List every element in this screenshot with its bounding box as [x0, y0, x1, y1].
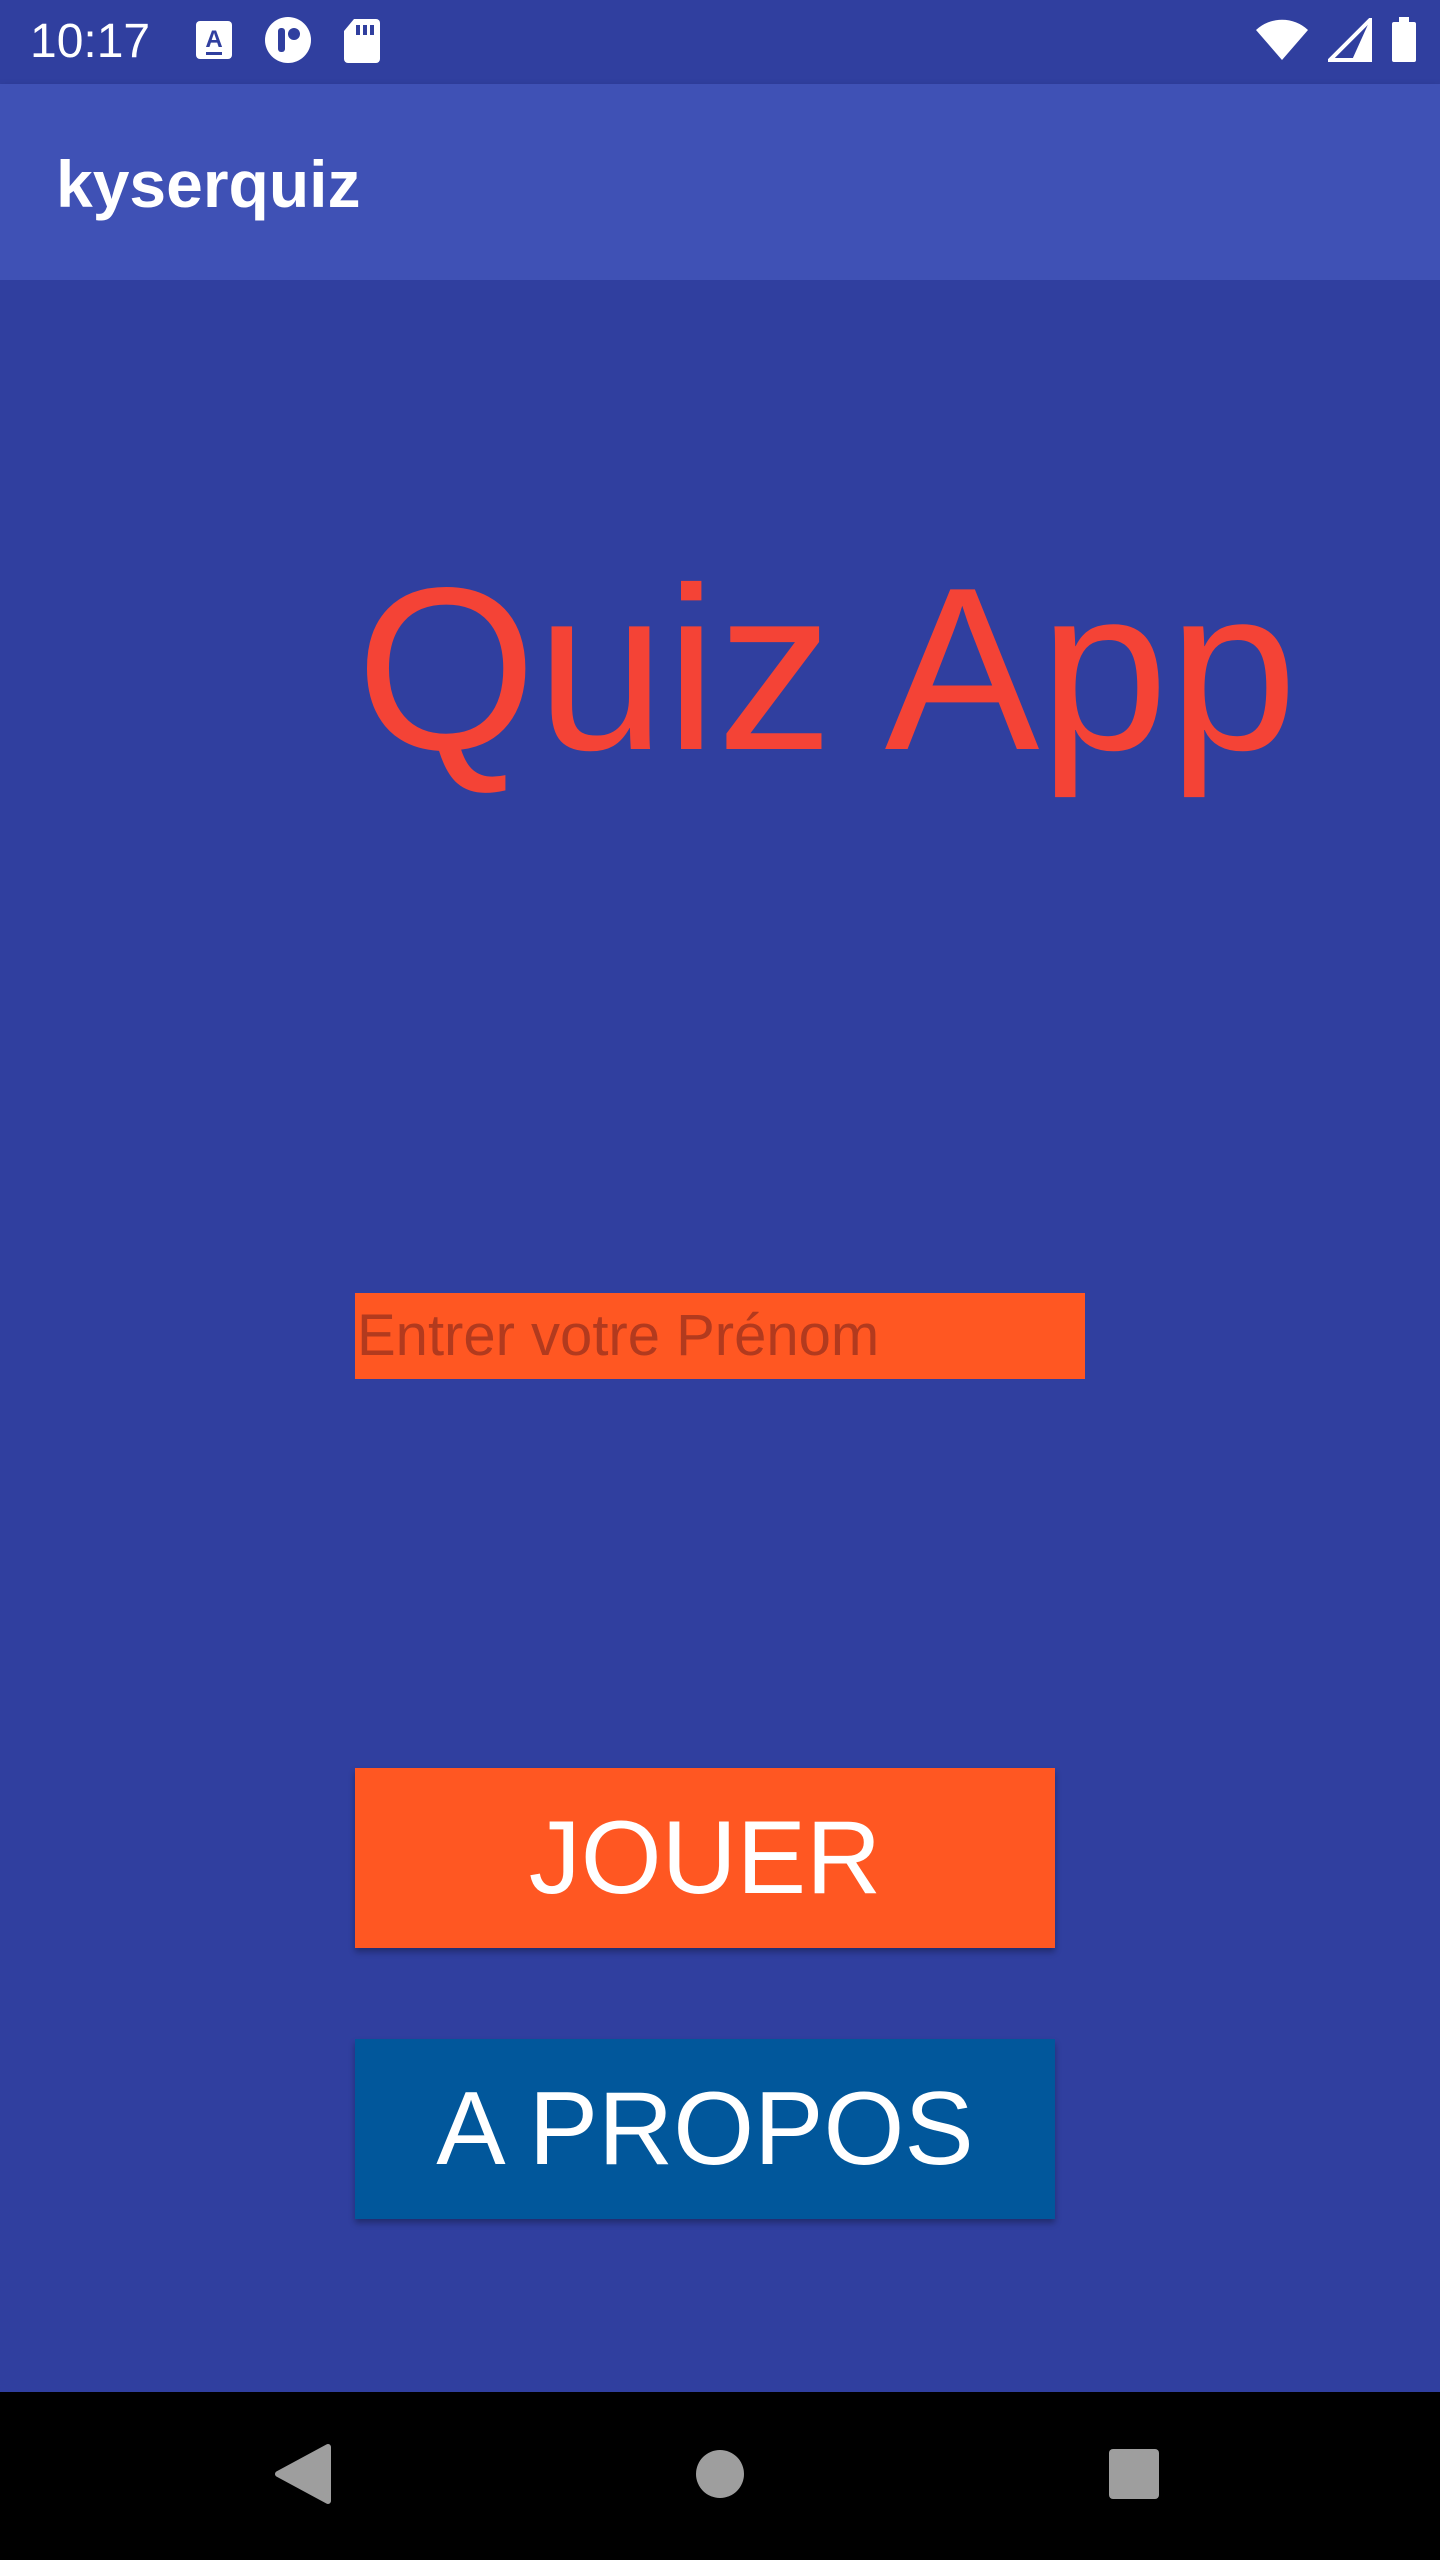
status-time: 10:17	[30, 15, 151, 68]
main-content: Quiz App JOUER A PROPOS	[0, 280, 1440, 2392]
quiz-heading: Quiz App	[356, 540, 1298, 799]
recents-icon	[1107, 2447, 1161, 2506]
status-left-icons: A	[194, 16, 382, 68]
back-icon	[272, 2443, 332, 2510]
circle-notification-icon	[262, 14, 314, 71]
recents-button[interactable]	[1050, 2392, 1218, 2560]
navigation-bar	[0, 2392, 1440, 2560]
about-button[interactable]: A PROPOS	[355, 2039, 1055, 2219]
app-bar: kyserquiz	[0, 84, 1440, 280]
play-button[interactable]: JOUER	[355, 1768, 1055, 1948]
home-button[interactable]	[636, 2392, 804, 2560]
svg-text:A: A	[205, 26, 222, 53]
app-title: kyserquiz	[56, 147, 361, 221]
home-icon	[694, 2448, 746, 2505]
battery-icon	[1390, 16, 1418, 68]
back-button[interactable]	[218, 2392, 386, 2560]
status-bar: 10:17 A	[0, 0, 1440, 84]
wifi-icon	[1254, 18, 1310, 67]
cell-signal-icon	[1325, 14, 1372, 67]
keyboard-a-icon: A	[194, 19, 234, 66]
status-right-icons	[1254, 14, 1418, 68]
sd-card-icon	[342, 17, 382, 68]
first-name-input[interactable]	[355, 1293, 1085, 1379]
